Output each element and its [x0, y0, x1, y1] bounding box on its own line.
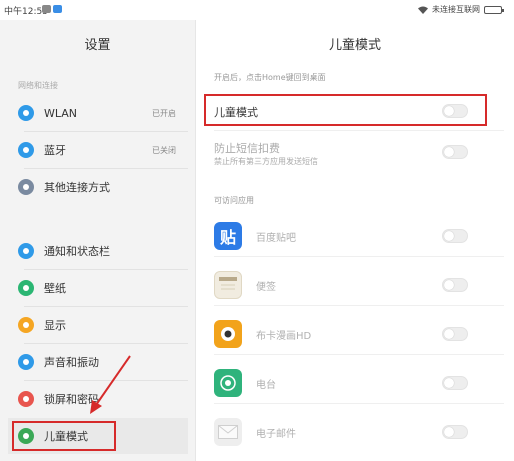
lock-icon — [18, 391, 34, 407]
app-toggle-buka[interactable] — [442, 327, 468, 341]
app-badge-icon — [53, 5, 62, 13]
sidebar-item-label: 壁纸 — [44, 282, 66, 295]
panel-title: 儿童模式 — [328, 38, 381, 53]
child-mode-highlight-box — [12, 421, 116, 451]
wallpaper-icon — [18, 280, 34, 296]
app-name: 布卡漫画HD — [256, 330, 312, 342]
wifi-status-icon — [418, 6, 428, 14]
app-name: 电子邮件 — [256, 428, 296, 440]
app-toggle-radio[interactable] — [442, 376, 468, 390]
sidebar-item-label: 其他连接方式 — [44, 181, 110, 194]
sidebar-item-label: 声音和振动 — [44, 356, 99, 369]
app-toggle-email[interactable] — [442, 425, 468, 439]
link-icon — [18, 179, 34, 195]
sidebar-item-display[interactable]: 显示 — [8, 307, 188, 343]
sidebar-item-label: 蓝牙 — [44, 144, 66, 157]
sidebar-item-other-connections[interactable]: 其他连接方式 — [8, 169, 188, 205]
sidebar-item-sound[interactable]: 声音和振动 — [8, 344, 188, 380]
section-network-label: 网络和连接 — [18, 81, 58, 90]
notification-badge-icon — [42, 5, 51, 13]
sms-protection-toggle[interactable] — [442, 145, 468, 159]
settings-title: 设置 — [84, 38, 111, 53]
divider — [214, 256, 504, 257]
notification-icon — [18, 243, 34, 259]
app-toggle-notes[interactable] — [442, 278, 468, 292]
sidebar-item-wallpaper[interactable]: 壁纸 — [8, 270, 188, 306]
child-mode-panel: 儿童模式 开启后，点击Home键回到桌面 儿童模式 防止短信扣费 禁止所有第三方… — [196, 20, 514, 461]
app-name: 百度贴吧 — [256, 232, 296, 244]
sidebar-item-label: 显示 — [44, 319, 66, 332]
accessible-apps-label: 可访问应用 — [214, 196, 254, 205]
notes-icon — [214, 271, 242, 299]
app-name: 便签 — [256, 281, 276, 293]
sidebar-item-bluetooth[interactable]: 蓝牙 已关闭 — [8, 132, 188, 168]
sms-protection-subtext: 禁止所有第三方应用发送短信 — [214, 157, 318, 166]
app-name: 电台 — [256, 379, 276, 391]
app-toggle-tieba[interactable] — [442, 229, 468, 243]
display-icon — [18, 317, 34, 333]
divider — [214, 130, 504, 131]
wifi-icon — [18, 105, 34, 121]
radio-icon — [214, 369, 242, 397]
buka-icon — [214, 320, 242, 348]
toggle-highlight-box — [204, 94, 487, 126]
home-key-hint: 开启后，点击Home键回到桌面 — [214, 73, 326, 82]
sidebar-item-label: 锁屏和密码 — [44, 393, 99, 406]
bluetooth-icon — [18, 142, 34, 158]
sidebar-item-label: WLAN — [44, 106, 78, 120]
status-right: 未连接互联网 — [418, 4, 504, 15]
status-bar: 中午12:55 未连接互联网 — [0, 0, 514, 20]
sidebar-item-notifications[interactable]: 通知和状态栏 — [8, 233, 188, 269]
sidebar-item-label: 通知和状态栏 — [44, 245, 110, 258]
tieba-icon: 贴 — [214, 222, 242, 250]
divider — [214, 354, 504, 355]
sidebar-item-value: 已开启 — [152, 108, 176, 118]
sidebar-item-lockscreen[interactable]: 锁屏和密码 — [8, 381, 188, 417]
email-icon — [214, 418, 242, 446]
divider — [214, 305, 504, 306]
network-status-text: 未连接互联网 — [432, 5, 480, 14]
sidebar-item-value: 已关闭 — [152, 145, 176, 155]
settings-sidebar: 设置 网络和连接 WLAN 已开启 蓝牙 已关闭 其他连接方式 通知和状态栏 壁… — [0, 20, 195, 461]
sms-protection-label: 防止短信扣费 — [214, 142, 280, 155]
sidebar-item-wlan[interactable]: WLAN 已开启 — [8, 95, 188, 131]
battery-icon — [484, 5, 504, 14]
divider — [214, 403, 504, 404]
sound-icon — [18, 354, 34, 370]
